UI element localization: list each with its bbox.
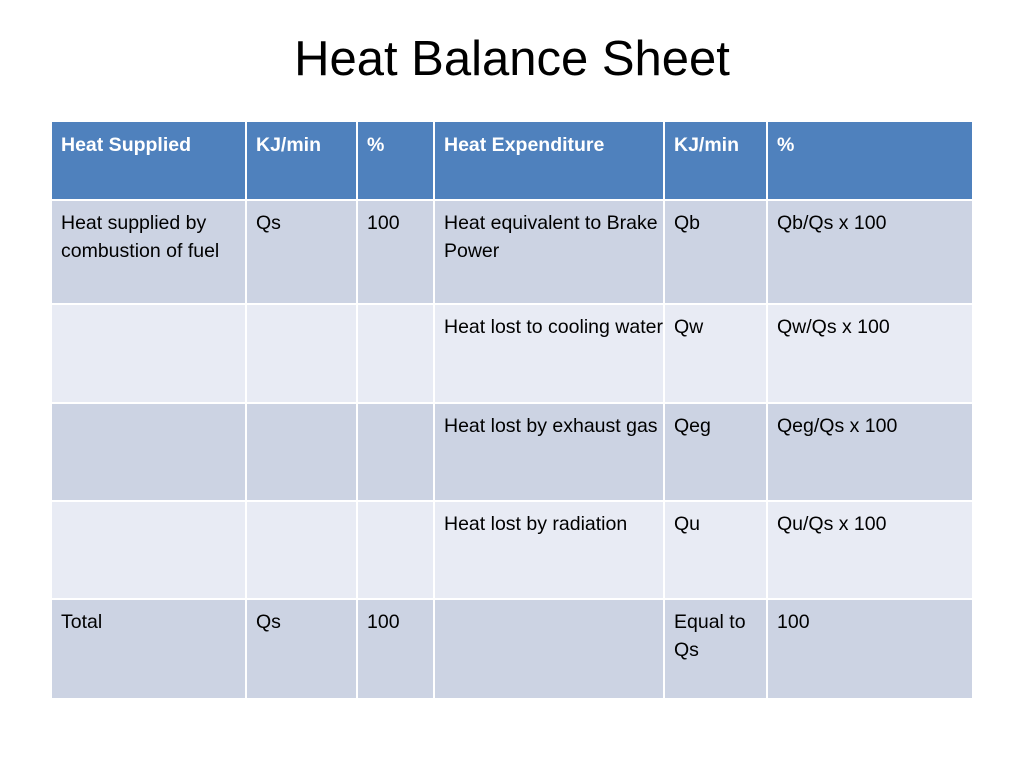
cell-total-expenditure-kjmin: Equal to Qs [665, 600, 768, 698]
cell-total-expenditure-percent: 100 [768, 600, 972, 698]
cell-heat-expenditure-kjmin: Qb [665, 201, 768, 305]
cell-heat-supplied-source [52, 502, 247, 600]
cell-total-expenditure-item [435, 600, 665, 698]
cell-heat-expenditure-percent: Qeg/Qs x 100 [768, 404, 972, 502]
cell-heat-supplied-kjmin [247, 404, 358, 502]
cell-heat-expenditure-item: Heat equivalent to Brake Power [435, 201, 665, 305]
cell-heat-expenditure-kjmin: Qeg [665, 404, 768, 502]
cell-heat-expenditure-item: Heat lost by radiation [435, 502, 665, 600]
cell-heat-supplied-source [52, 305, 247, 404]
table-header-row: Heat Supplied KJ/min % Heat Expenditure … [52, 122, 972, 201]
column-header-expenditure-percent: % [768, 122, 972, 201]
cell-heat-supplied-percent [358, 305, 435, 404]
cell-heat-expenditure-kjmin: Qw [665, 305, 768, 404]
cell-heat-expenditure-item: Heat lost by exhaust gas [435, 404, 665, 502]
cell-heat-expenditure-kjmin: Qu [665, 502, 768, 600]
cell-heat-expenditure-percent: Qu/Qs x 100 [768, 502, 972, 600]
cell-heat-supplied-kjmin: Qs [247, 201, 358, 305]
heat-balance-table-container: Heat Supplied KJ/min % Heat Expenditure … [52, 122, 972, 698]
cell-heat-supplied-source [52, 404, 247, 502]
cell-heat-supplied-percent [358, 404, 435, 502]
cell-heat-supplied-percent: 100 [358, 201, 435, 305]
table-row: Heat supplied by combustion of fuel Qs 1… [52, 201, 972, 305]
column-header-heat-supplied: Heat Supplied [52, 122, 247, 201]
slide: Heat Balance Sheet Heat Supplied KJ/min … [0, 0, 1024, 768]
cell-total-label: Total [52, 600, 247, 698]
table-row: Heat lost to cooling water Qw Qw/Qs x 10… [52, 305, 972, 404]
cell-heat-supplied-kjmin [247, 502, 358, 600]
cell-heat-expenditure-percent: Qb/Qs x 100 [768, 201, 972, 305]
page-title: Heat Balance Sheet [294, 32, 730, 86]
column-header-heat-expenditure: Heat Expenditure [435, 122, 665, 201]
cell-heat-supplied-percent [358, 502, 435, 600]
cell-heat-supplied-source: Heat supplied by combustion of fuel [52, 201, 247, 305]
cell-heat-supplied-kjmin [247, 305, 358, 404]
column-header-supplied-percent: % [358, 122, 435, 201]
table-row: Heat lost by radiation Qu Qu/Qs x 100 [52, 502, 972, 600]
column-header-expenditure-kjmin: KJ/min [665, 122, 768, 201]
heat-balance-table: Heat Supplied KJ/min % Heat Expenditure … [52, 122, 972, 698]
table-row: Heat lost by exhaust gas Qeg Qeg/Qs x 10… [52, 404, 972, 502]
column-header-supplied-kjmin: KJ/min [247, 122, 358, 201]
cell-total-supplied-percent: 100 [358, 600, 435, 698]
table-row-total: Total Qs 100 Equal to Qs 100 [52, 600, 972, 698]
cell-heat-expenditure-percent: Qw/Qs x 100 [768, 305, 972, 404]
cell-heat-expenditure-item: Heat lost to cooling water [435, 305, 665, 404]
cell-total-supplied-kjmin: Qs [247, 600, 358, 698]
